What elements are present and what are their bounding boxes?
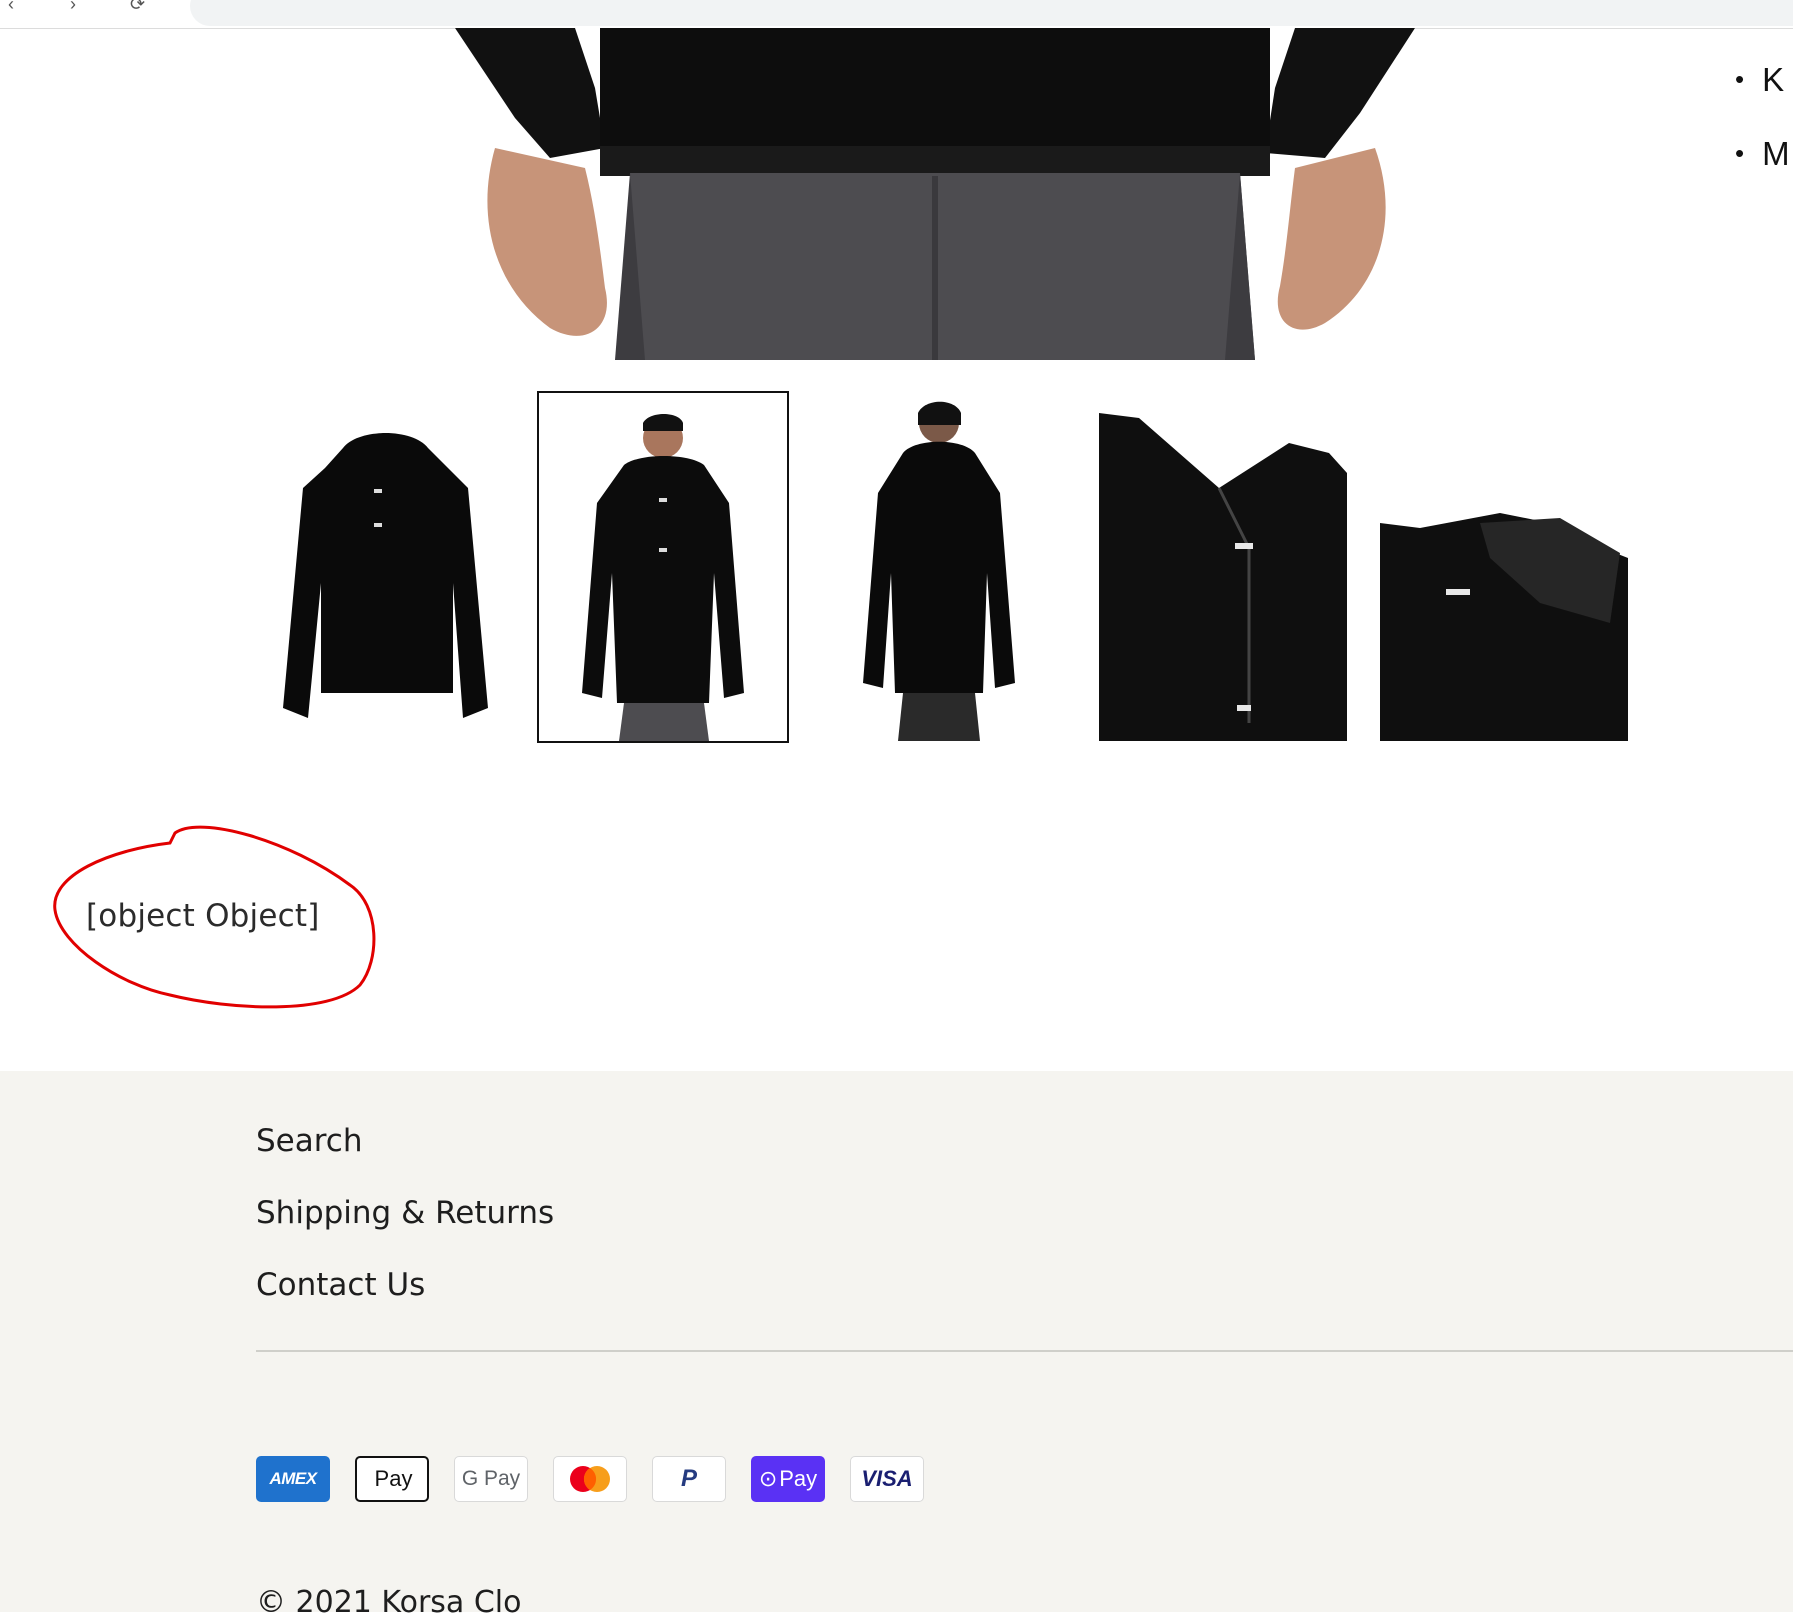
copyright-text: © 2021 Korsa Clo <box>256 1585 522 1620</box>
payment-methods: AMEX Pay G Pay P ⊙ Pay VISA <box>256 1456 924 1502</box>
thumbnail-model-back[interactable] <box>815 393 1063 741</box>
shop-pay-icon: ⊙ Pay <box>751 1456 825 1502</box>
footer-link-search[interactable]: Search <box>256 1115 554 1187</box>
back-icon[interactable]: ‹ <box>8 0 28 14</box>
thumbnail-hoodie-flat-front[interactable] <box>263 393 511 741</box>
footer-divider <box>256 1350 1793 1352</box>
google-pay-icon: G Pay <box>454 1456 528 1502</box>
object-object-error-text: [object Object] <box>86 898 320 934</box>
browser-toolbar: ‹ › ⟳ <box>0 0 1793 29</box>
forward-icon[interactable]: › <box>70 0 90 14</box>
feature-bullet: K <box>1735 58 1790 132</box>
footer-link-shipping-returns[interactable]: Shipping & Returns <box>256 1187 554 1259</box>
model-back-image <box>863 401 1015 741</box>
visa-icon: VISA <box>850 1456 924 1502</box>
thumbnail-hood-detail[interactable] <box>1099 393 1347 741</box>
model-torso-image <box>455 28 1415 360</box>
amex-icon: AMEX <box>256 1456 330 1502</box>
hoodie-flat-image <box>283 433 488 718</box>
product-feature-list: K M <box>1735 58 1790 206</box>
feature-bullet: M <box>1735 132 1790 206</box>
reload-icon[interactable]: ⟳ <box>130 0 150 14</box>
thumbnail-shoulder-detail[interactable] <box>1380 393 1628 741</box>
shoulder-detail-image <box>1380 393 1628 741</box>
paypal-icon: P <box>652 1456 726 1502</box>
thumbnail-model-front[interactable] <box>537 391 789 743</box>
footer-links: Search Shipping & Returns Contact Us <box>256 1115 554 1331</box>
apple-pay-icon: Pay <box>355 1456 429 1502</box>
hood-detail-image <box>1099 393 1347 741</box>
site-footer: Search Shipping & Returns Contact Us AME… <box>0 1071 1793 1620</box>
product-main-image <box>455 28 1415 360</box>
footer-link-contact-us[interactable]: Contact Us <box>256 1259 554 1331</box>
address-bar[interactable] <box>190 0 1793 26</box>
mastercard-icon <box>553 1456 627 1502</box>
model-front-image <box>582 414 744 741</box>
